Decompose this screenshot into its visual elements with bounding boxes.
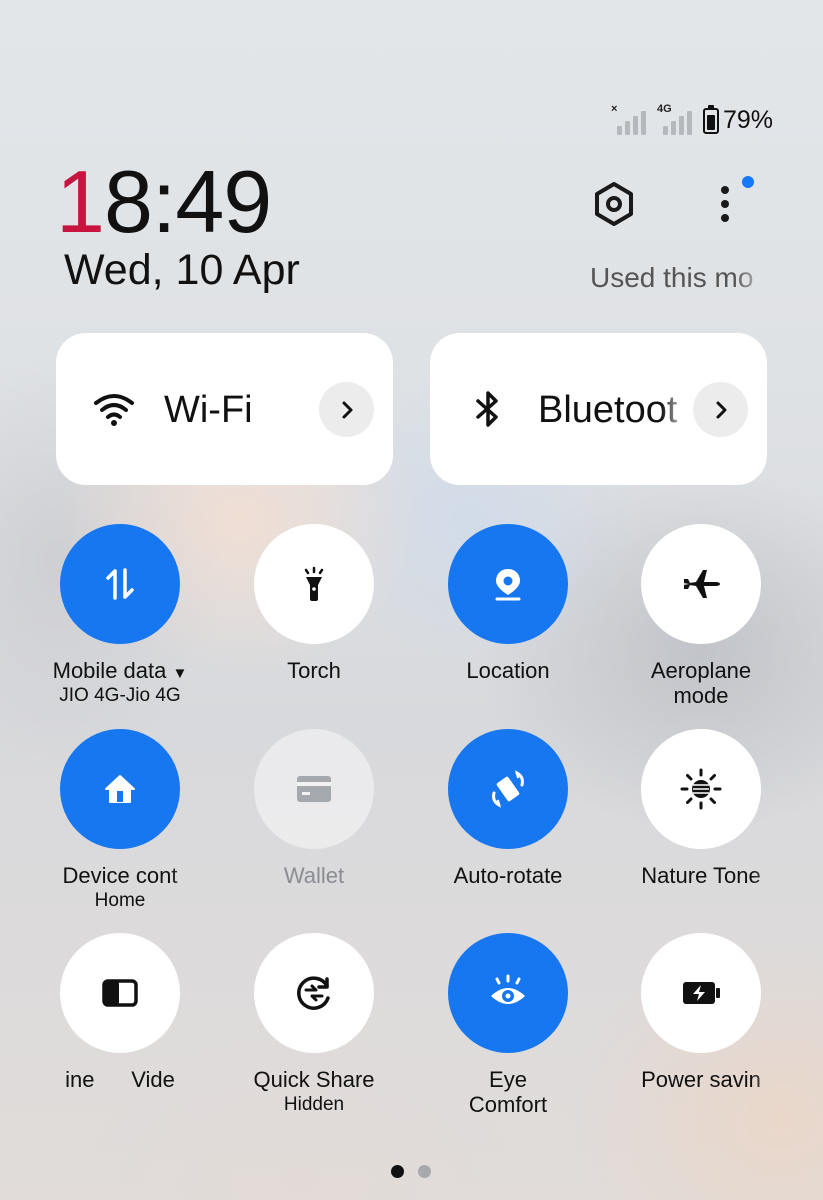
page-dot-2[interactable] [418, 1165, 431, 1178]
toggle-video[interactable]: ine Vide [35, 933, 205, 1123]
wifi-icon [94, 394, 134, 426]
eye-comfort-sub: Comfort [468, 1093, 548, 1117]
no-signal-mark: × [610, 102, 618, 115]
clock-rest: 8:49 [103, 152, 272, 251]
torch-icon [304, 566, 324, 601]
nature-tone-sun-icon [680, 768, 722, 810]
aeroplane-button[interactable] [641, 524, 761, 644]
toggle-quick-share[interactable]: Quick Share Hidden [229, 933, 399, 1123]
mobile-data-arrows-icon [106, 568, 134, 600]
nature-tone-button[interactable] [641, 729, 761, 849]
torch-label: Torch [287, 658, 341, 683]
page-dot-1[interactable] [391, 1165, 404, 1178]
chevron-right-icon [342, 401, 352, 418]
settings-button[interactable] [590, 180, 638, 228]
auto-rotate-button[interactable] [448, 729, 568, 849]
device-controls-label: Device cont [62, 863, 178, 888]
quick-share-sub: Hidden [283, 1094, 345, 1115]
bluetooth-expand-button[interactable] [693, 382, 748, 437]
mobile-data-label: Mobile data ▼ [52, 658, 188, 683]
nature-tone-label: Nature Tone [641, 863, 761, 888]
battery-indicator: 79% [702, 104, 773, 135]
notification-dot [742, 176, 754, 188]
network-type-label: 4G [656, 102, 672, 115]
home-icon [105, 775, 135, 803]
location-pin-icon [495, 569, 521, 601]
toggle-location[interactable]: Location [423, 524, 593, 714]
video-button[interactable] [60, 933, 180, 1053]
eye-comfort-button[interactable] [448, 933, 568, 1053]
caret-down-icon[interactable]: ▼ [173, 665, 188, 682]
quick-share-icon [297, 976, 330, 1010]
wallet-button[interactable] [254, 729, 374, 849]
quick-share-button[interactable] [254, 933, 374, 1053]
video-label: ine Vide [65, 1067, 175, 1092]
wallet-label: Wallet [283, 863, 345, 888]
page-indicator[interactable] [391, 1165, 431, 1178]
quick-share-label: Quick Share [253, 1067, 375, 1092]
toggle-torch[interactable]: Torch [229, 524, 399, 714]
status-bar: × 4G 79% [611, 103, 773, 135]
power-saving-button[interactable] [641, 933, 761, 1053]
wallet-card-icon [297, 776, 331, 802]
bluetooth-tile[interactable]: Bluetoot [430, 333, 767, 485]
airplane-icon [683, 570, 720, 598]
signal-sim2-icon: 4G [657, 103, 693, 135]
bluetooth-label: Bluetoot [538, 389, 678, 431]
toggle-auto-rotate[interactable]: Auto-rotate [423, 729, 593, 919]
location-button[interactable] [448, 524, 568, 644]
battery-saver-icon [683, 982, 720, 1004]
date[interactable]: Wed, 10 Apr [64, 246, 300, 295]
location-label: Location [466, 658, 550, 683]
mobile-data-sub: JIO 4G-Jio 4G [59, 685, 181, 706]
bluetooth-icon [476, 391, 498, 427]
auto-rotate-label: Auto-rotate [453, 863, 563, 888]
aeroplane-sub: mode [673, 684, 729, 708]
auto-rotate-icon [492, 770, 524, 808]
signal-sim1-icon: × [611, 103, 647, 135]
clock[interactable]: 18:49 [56, 158, 272, 246]
wifi-tile[interactable]: Wi-Fi [56, 333, 393, 485]
toggle-mobile-data[interactable]: Mobile data ▼ JIO 4G-Jio 4G [35, 524, 205, 714]
clock-first-digit: 1 [56, 152, 105, 251]
wifi-expand-button[interactable] [319, 382, 374, 437]
battery-percent: 79% [722, 106, 773, 134]
chevron-right-icon [716, 401, 726, 418]
device-controls-sub: Home [94, 890, 146, 911]
toggle-wallet[interactable]: Wallet [229, 729, 399, 919]
data-usage-text[interactable]: Used this mo [590, 262, 770, 294]
toggle-eye-comfort[interactable]: Eye Comfort [423, 933, 593, 1123]
eye-comfort-label: Eye [489, 1067, 527, 1092]
wifi-label: Wi-Fi [164, 389, 253, 431]
eye-comfort-icon [491, 974, 525, 1004]
toggle-device-controls[interactable]: Device cont Home [35, 729, 205, 919]
settings-hexagon-icon [595, 182, 633, 226]
toggle-nature-tone[interactable]: Nature Tone [616, 729, 786, 919]
torch-button[interactable] [254, 524, 374, 644]
power-saving-label: Power savin [641, 1067, 761, 1092]
toggle-power-saving[interactable]: Power savin [616, 933, 786, 1123]
aeroplane-label: Aeroplane [650, 658, 752, 683]
device-controls-button[interactable] [60, 729, 180, 849]
battery-icon [702, 104, 719, 134]
mobile-data-button[interactable] [60, 524, 180, 644]
split-screen-icon [102, 979, 138, 1007]
more-options-button[interactable] [702, 172, 758, 228]
toggle-aeroplane[interactable]: Aeroplane mode [616, 524, 786, 714]
